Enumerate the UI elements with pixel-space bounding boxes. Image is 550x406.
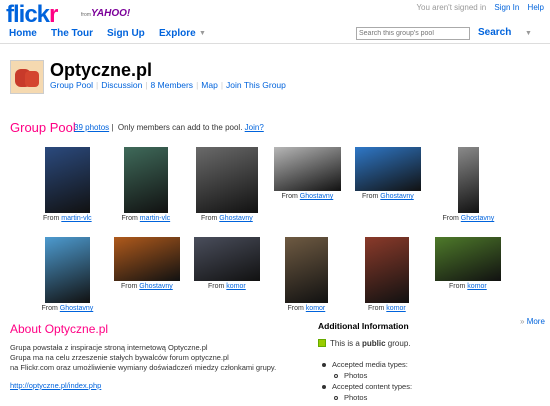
pool-count-link[interactable]: 39 photos: [74, 123, 109, 132]
nav-explore[interactable]: Explore: [159, 28, 196, 39]
photo-owner-link[interactable]: Ghostavny: [219, 215, 252, 222]
photo-owner-link[interactable]: komor: [306, 305, 325, 312]
pool-meta: 39 photos | Only members can add to the …: [74, 123, 264, 132]
additional-info-title: Additional Information: [318, 321, 409, 331]
pool-photo[interactable]: [285, 237, 328, 303]
join-link[interactable]: Join?: [245, 123, 264, 132]
photo-caption: From Ghostavny: [121, 283, 173, 290]
pool-photo[interactable]: [355, 147, 421, 191]
pool-photo[interactable]: [458, 147, 479, 213]
photo-caption: From Ghostavny: [362, 193, 414, 200]
photo-caption: From Ghostavny: [442, 215, 495, 222]
help-link[interactable]: Help: [528, 3, 544, 12]
photo-owner-link[interactable]: martin-vlc: [61, 215, 91, 222]
photo-owner-link[interactable]: Ghostavny: [461, 215, 494, 222]
photo-owner-link[interactable]: martin-vlc: [140, 215, 170, 222]
more-link[interactable]: » More: [520, 317, 545, 326]
group-nav-map[interactable]: Map: [201, 80, 218, 90]
photo-caption: From Ghostavny: [201, 215, 253, 222]
content-types-value: Photos: [344, 393, 368, 402]
pool-photo[interactable]: [194, 237, 260, 281]
photo-owner-link[interactable]: Ghostavny: [60, 305, 93, 312]
photo-owner-link[interactable]: komor: [467, 283, 486, 290]
content-types-label: Accepted content types:: [332, 382, 413, 391]
pool-title: Group Pool: [10, 120, 76, 135]
yahoo-logo: YAHOO!: [91, 8, 131, 19]
photo-owner-link[interactable]: komor: [226, 283, 245, 290]
photo-caption: From martin-vlc: [121, 215, 171, 222]
search-input[interactable]: [356, 27, 470, 40]
group-nav-join[interactable]: Join This Group: [226, 80, 286, 90]
pool-photo[interactable]: [365, 237, 409, 303]
group-title: Optyczne.pl: [50, 60, 153, 80]
photo-caption: From Ghostavny: [41, 305, 94, 312]
top-bar: flickr from YAHOO! You aren't signed in …: [0, 0, 550, 28]
pool-photo[interactable]: [196, 147, 258, 213]
search-dropdown-icon[interactable]: ▼: [525, 30, 532, 37]
sign-in-link[interactable]: Sign In: [494, 3, 519, 12]
photo-owner-link[interactable]: komor: [386, 305, 405, 312]
pool-photo[interactable]: [274, 147, 341, 191]
nav-tour[interactable]: The Tour: [51, 28, 93, 39]
group-nav: Group Pool | Discussion | 8 Members | Map | Join…: [50, 80, 286, 90]
photo-caption: From komor: [208, 283, 246, 290]
pool-photo[interactable]: [45, 147, 90, 213]
public-group-icon: [318, 339, 326, 347]
user-nav: You aren't signed in Sign In Help: [410, 3, 544, 12]
group-nav-members[interactable]: 8 Members: [151, 80, 194, 90]
pool-photo[interactable]: [124, 147, 168, 213]
pool-photo[interactable]: [114, 237, 180, 281]
group-nav-discussion[interactable]: Discussion: [101, 80, 142, 90]
photo-caption: From Ghostavny: [281, 193, 334, 200]
about-title: About Optyczne.pl: [10, 322, 109, 336]
photo-caption: From komor: [449, 283, 487, 290]
photo-caption: From komor: [287, 305, 326, 312]
group-nav-pool[interactable]: Group Pool: [50, 80, 93, 90]
explore-dropdown-icon[interactable]: ▼: [199, 30, 206, 37]
photo-owner-link[interactable]: Ghostavny: [139, 283, 172, 290]
pool-photo[interactable]: [435, 237, 501, 281]
group-avatar[interactable]: [10, 60, 44, 94]
photo-caption: From komor: [368, 305, 406, 312]
pool-note: Only members can add to the pool.: [117, 123, 243, 132]
photo-owner-link[interactable]: Ghostavny: [380, 193, 413, 200]
nav-signup[interactable]: Sign Up: [107, 28, 145, 39]
public-group-note: This is a public group.: [318, 339, 410, 348]
more-arrow-icon: »: [520, 317, 525, 326]
about-url-link[interactable]: http://optyczne.pl/index.php: [10, 381, 101, 390]
signin-status: You aren't signed in: [416, 3, 487, 12]
nav-home[interactable]: Home: [9, 28, 37, 39]
media-types-label: Accepted media types:: [332, 360, 408, 369]
photo-owner-link[interactable]: Ghostavny: [300, 193, 333, 200]
media-types-value: Photos: [344, 371, 368, 380]
about-description: Grupa powstała z inspiracje stroną inter…: [10, 343, 277, 372]
photo-caption: From martin-vlc: [43, 215, 92, 222]
pool-photo[interactable]: [45, 237, 90, 303]
logo-from: from: [81, 12, 91, 18]
search-button[interactable]: Search: [478, 27, 511, 38]
